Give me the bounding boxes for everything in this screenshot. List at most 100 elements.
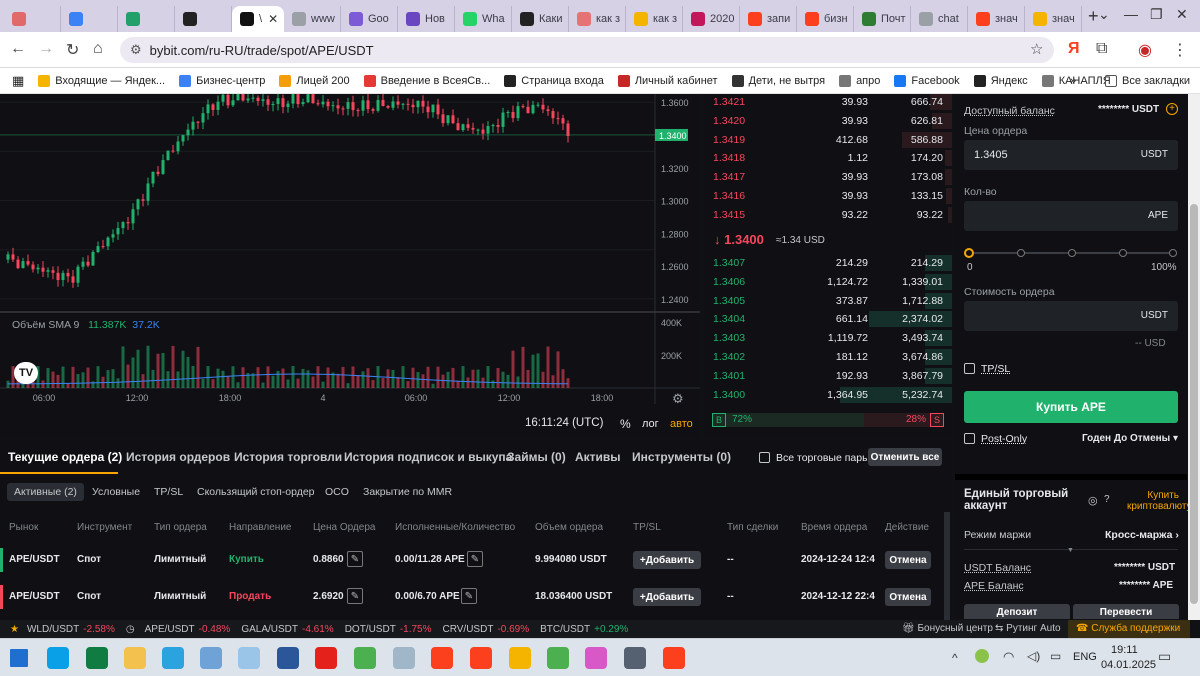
edit-price-icon[interactable]: ✎ [347, 551, 363, 567]
window-menu-icon[interactable]: ⌄ [1098, 6, 1110, 23]
orders-tab[interactable]: История торговли [234, 450, 342, 464]
bookmark-item[interactable]: Лицей 200 [279, 74, 350, 87]
slider-handle[interactable] [964, 248, 974, 258]
image-viewer-icon[interactable] [624, 647, 646, 669]
chart-settings-icon[interactable]: ⚙ [672, 391, 684, 407]
orders-tab[interactable]: Текущие ордера (2) [8, 450, 122, 464]
auto-scale-toggle[interactable]: авто [670, 418, 693, 430]
edit-qty-icon[interactable]: ✎ [461, 588, 477, 604]
ticker-item[interactable]: CRV/USDT -0.69% [443, 624, 530, 635]
paint-icon[interactable] [238, 647, 260, 669]
bookmark-item[interactable]: Бизнес-центр [179, 74, 265, 87]
log-scale-toggle[interactable]: лог [642, 418, 659, 430]
telegram-icon[interactable] [162, 647, 184, 669]
browser-tab[interactable]: бизн [797, 6, 854, 32]
yandex-browser-icon[interactable] [470, 647, 492, 669]
order-market[interactable]: APE/USDT [9, 591, 60, 602]
orders-tab[interactable]: Инструменты (0) [632, 450, 731, 464]
tradingview-logo[interactable]: TV [14, 362, 38, 384]
bid-row[interactable]: 1.3401 192.93 3,867.79 [704, 367, 952, 385]
price-chart[interactable]: 1.3600 1.3200 1.3000 1.2800 1.2600 1.2400 1.34… [0, 87, 700, 439]
ticker-item[interactable]: BTC/USDT +0.29% [540, 624, 628, 635]
orders-tab[interactable]: Займы (0) [507, 450, 566, 464]
time-in-force-select[interactable]: Годен До Отмены ▾ [1082, 433, 1178, 444]
cancel-all-button[interactable]: Отменить все [868, 448, 942, 466]
all-pairs-checkbox[interactable] [759, 452, 770, 463]
bid-row[interactable]: 1.3406 1,124.72 1,339.01 [704, 273, 952, 291]
browser-tab[interactable]: 2020 [683, 6, 740, 32]
bookmark-item[interactable]: Дети, не вытря [731, 74, 825, 87]
browser-tab[interactable]: www [284, 6, 341, 32]
browser-tab[interactable]: как з [626, 6, 683, 32]
url-input[interactable]: ⚙ bybit.com/ru-RU/trade/spot/APE/USDT [120, 37, 1054, 63]
hide-balance-icon[interactable]: ◎ [1088, 494, 1098, 507]
bid-row[interactable]: 1.3404 661.14 2,374.02 [704, 310, 952, 328]
add-tpsl-button[interactable]: + Добавить [633, 551, 701, 569]
browser-tab[interactable]: Goo [341, 6, 398, 32]
bid-row[interactable]: 1.3403 1,119.72 3,493.74 [704, 329, 952, 347]
orders-subtab[interactable]: Скользящий стоп-ордер [197, 486, 315, 498]
browser-tab[interactable] [175, 6, 232, 32]
language-indicator[interactable]: ENG [1073, 651, 1097, 663]
routing-link[interactable]: ⇆ Рутинг Auto [995, 623, 1061, 634]
favorites-star-icon[interactable]: ★ [10, 624, 19, 635]
home-icon[interactable]: ⌂ [93, 40, 103, 58]
ask-row[interactable]: 1.3419 412.68 586.88 [704, 131, 952, 149]
post-only-checkbox[interactable] [964, 433, 975, 444]
bid-row[interactable]: 1.3400 1,364.95 5,232.74 [704, 386, 952, 404]
order-market[interactable]: APE/USDT [9, 554, 60, 565]
browser-tab[interactable] [61, 6, 118, 32]
percent-scale-toggle[interactable]: % [620, 417, 631, 431]
ask-row[interactable]: 1.3417 39.93 173.08 [704, 168, 952, 186]
bid-row[interactable]: 1.3407 214.29 214.29 [704, 254, 952, 272]
yandex-icon[interactable] [431, 647, 453, 669]
ticker-item[interactable]: GALA/USDT -4.61% [241, 624, 333, 635]
windows-start-icon[interactable] [10, 649, 28, 667]
ask-row[interactable]: 1.3416 39.93 133.15 [704, 187, 952, 205]
chrome-icon[interactable] [354, 647, 376, 669]
rainbow-app-icon[interactable] [585, 647, 607, 669]
file-explorer-icon[interactable] [124, 647, 146, 669]
orders-subtab[interactable]: Условные [92, 486, 140, 498]
yandex-extension-icon[interactable]: Я [1068, 40, 1080, 58]
cancel-order-button[interactable]: Отмена [885, 588, 931, 606]
notepad-icon[interactable] [200, 647, 222, 669]
tpsl-checkbox[interactable] [964, 363, 975, 374]
ask-row[interactable]: 1.3420 39.93 626.81 [704, 112, 952, 130]
browser-tab[interactable]: Почт [854, 6, 911, 32]
ask-row[interactable]: 1.3415 93.22 93.22 [704, 206, 952, 224]
stocks-app-icon[interactable] [509, 647, 531, 669]
orders-subtab[interactable]: Активные (2) [7, 483, 84, 501]
more-bookmarks-icon[interactable]: » [1070, 75, 1076, 87]
clock-date[interactable]: 04.01.2025 [1101, 659, 1156, 671]
orders-subtab[interactable]: OCO [325, 486, 349, 498]
quantity-input[interactable]: APE [964, 201, 1178, 231]
tray-app-icon[interactable] [975, 649, 989, 663]
bookmark-item[interactable]: Введение в ВсеяСв... [363, 74, 490, 87]
cancel-order-button[interactable]: Отмена [885, 551, 931, 569]
bookmark-item[interactable]: Страница входа [504, 74, 604, 87]
help-icon[interactable]: ? [1104, 494, 1110, 505]
buy-button[interactable]: Купить APE [964, 391, 1178, 423]
bookmark-item[interactable]: Входящие — Яндек... [38, 74, 165, 87]
yandex-active-icon[interactable] [663, 647, 685, 669]
support-link[interactable]: ☎ Служба поддержки [1068, 620, 1190, 638]
site-info-icon[interactable]: ⚙ [130, 42, 142, 58]
browser-tab[interactable] [118, 6, 175, 32]
browser-tab[interactable]: как з [569, 6, 626, 32]
margin-mode-select[interactable]: Кросс-маржа › [1105, 529, 1179, 541]
ticker-item[interactable]: DOT/USDT -1.75% [345, 624, 432, 635]
ask-row[interactable]: 1.3421 39.93 666.74 [704, 93, 952, 111]
ask-row[interactable]: 1.3418 1.12 174.20 [704, 149, 952, 167]
browser-tab[interactable] [4, 6, 61, 32]
reload-icon[interactable]: ↻ [66, 40, 79, 60]
ticker-item[interactable]: ◷ APE/USDT -0.48% [126, 624, 230, 635]
bid-row[interactable]: 1.3402 181.12 3,674.86 [704, 348, 952, 366]
clock-time[interactable]: 19:11 [1111, 644, 1138, 656]
back-icon[interactable]: ← [10, 40, 26, 58]
browser-tab[interactable]: \ ✕ [232, 6, 284, 32]
add-tpsl-button[interactable]: + Добавить [633, 588, 701, 606]
orders-tab[interactable]: История подписок и выкупа [344, 450, 512, 464]
profile-icon[interactable]: ◉ [1138, 40, 1152, 60]
wifi-icon[interactable]: ◠ [1003, 649, 1014, 665]
